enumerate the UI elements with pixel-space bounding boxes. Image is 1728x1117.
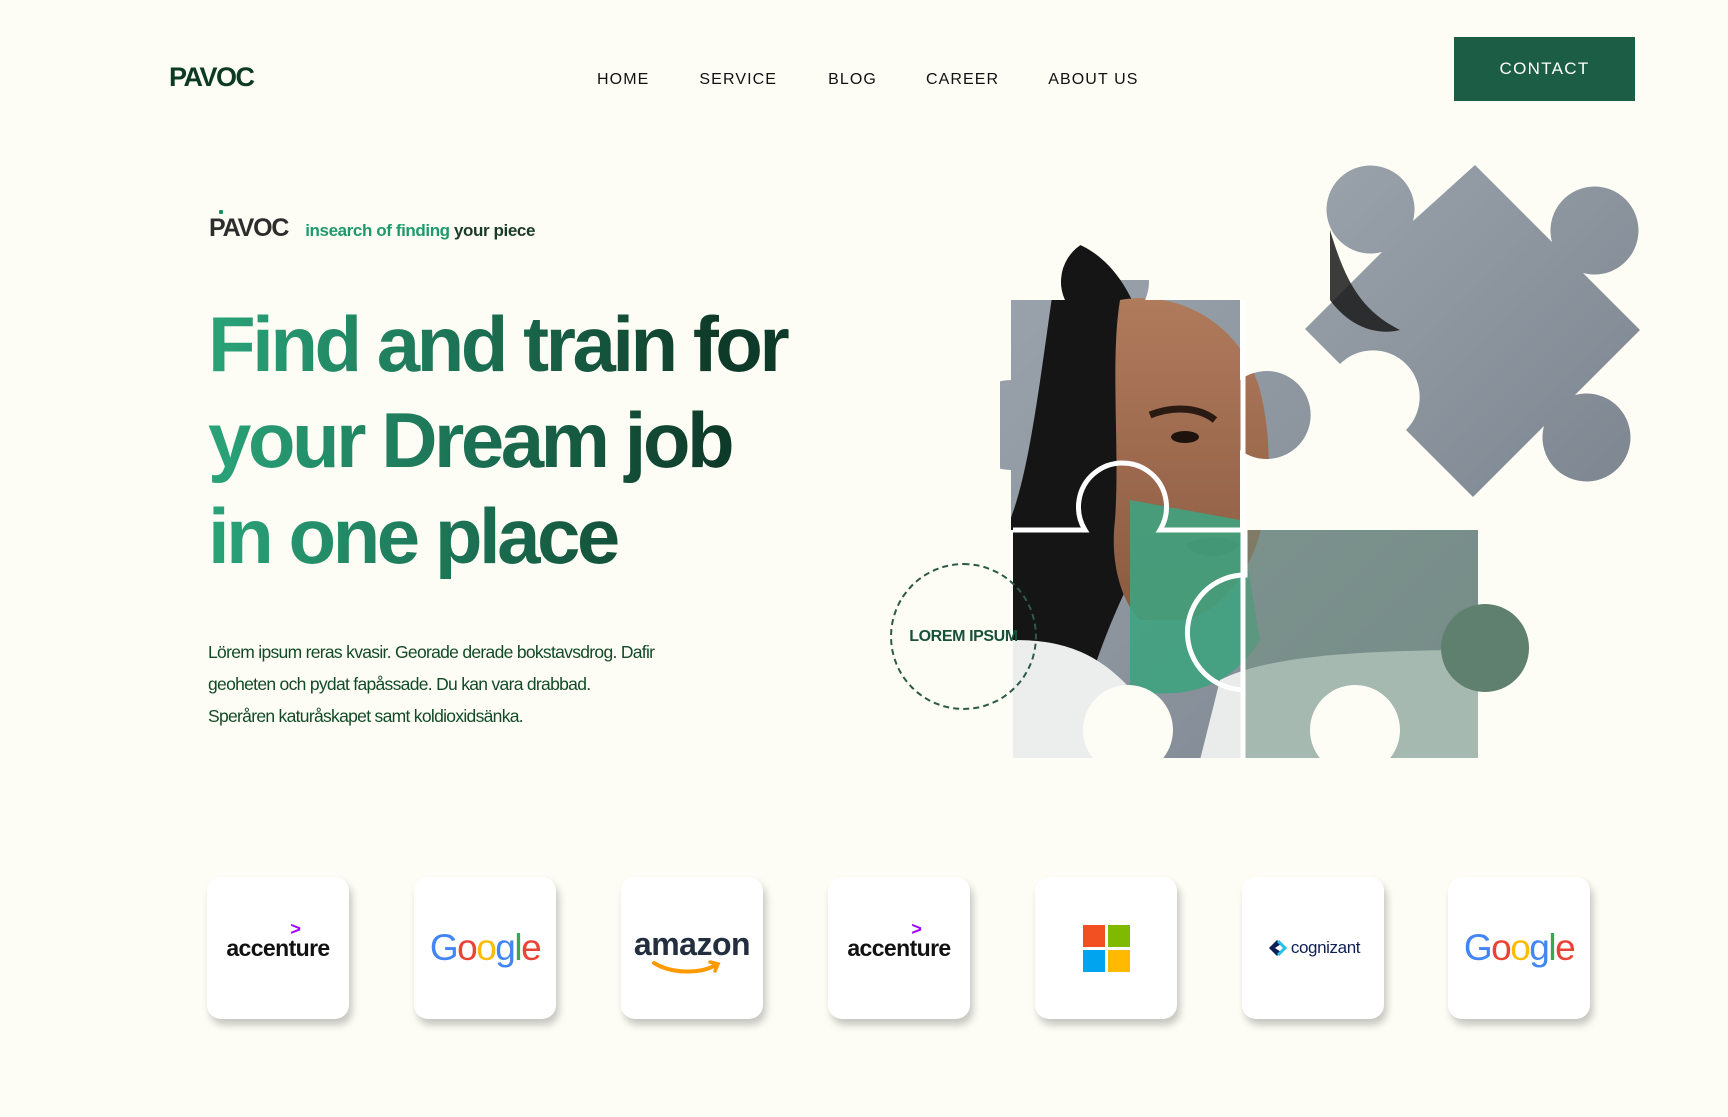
accenture-logo: > accenture — [226, 918, 330, 961]
hero-description: Lörem ipsum reras kvasir. Georade derade… — [208, 636, 688, 732]
cognizant-mark-icon — [1268, 939, 1288, 957]
accenture-arrow-icon: > — [911, 918, 922, 939]
google-logo: Google — [1463, 927, 1576, 968]
site-logo[interactable]: PAVOC — [169, 62, 255, 93]
nav-career[interactable]: CAREER — [926, 71, 999, 89]
nav-blog[interactable]: BLOG — [828, 71, 877, 89]
hero-headline: Find and train for your Dream job in one… — [208, 296, 848, 584]
logo-dot — [219, 210, 223, 214]
google-logo: Google — [429, 927, 542, 968]
tagline: insearch of finding your piece — [305, 221, 535, 241]
microsoft-logo-icon — [1082, 924, 1130, 972]
description-line: Lörem ipsum reras kvasir. Georade derade… — [208, 642, 655, 662]
accenture-arrow-icon: > — [290, 918, 301, 939]
logo-card-accenture[interactable]: > accenture — [828, 877, 970, 1019]
nav-about-us[interactable]: ABOUT US — [1048, 71, 1138, 89]
logo-card-amazon[interactable]: amazon — [621, 877, 763, 1019]
main-nav: HOME SERVICE BLOG CAREER ABOUT US — [597, 71, 1189, 89]
description-line: Speråren katuråskapet samt koldioxidsänk… — [208, 706, 524, 726]
logo-card-google[interactable]: Google — [1448, 877, 1590, 1019]
tagline-green: insearch of finding — [305, 221, 450, 240]
amazon-smile-icon — [651, 959, 721, 973]
hero-brand-text: PAVOC — [209, 214, 289, 242]
contact-button[interactable]: CONTACT — [1454, 37, 1635, 101]
nav-service[interactable]: SERVICE — [699, 71, 777, 89]
logo-card-cognizant[interactable]: cognizant — [1242, 877, 1384, 1019]
amazon-logo: amazon — [634, 926, 751, 973]
nav-home[interactable]: HOME — [597, 71, 649, 89]
tagline-dark: your piece — [454, 221, 536, 240]
brand-tagline: PAVOC insearch of finding your piece — [209, 210, 535, 243]
logo-card-microsoft[interactable] — [1035, 877, 1177, 1019]
cognizant-logo: cognizant — [1266, 938, 1360, 958]
lorem-ipsum-badge: LOREM IPSUM — [890, 563, 1037, 710]
headline-line-1: Find and train for — [208, 300, 787, 388]
accenture-logo: > accenture — [847, 918, 951, 961]
headline-line-2: your Dream job — [208, 396, 732, 484]
logo-card-accenture[interactable]: > accenture — [207, 877, 349, 1019]
description-line: geoheten och pydat fapåssade. Du kan var… — [208, 674, 591, 694]
headline-line-3: in one place — [208, 492, 617, 580]
hero-brand-logo: PAVOC — [209, 210, 289, 243]
puzzle-piece-grey — [1305, 165, 1640, 497]
partner-logos: > accenture Google amazon > accenture cogn… — [207, 877, 1590, 1019]
logo-card-google[interactable]: Google — [414, 877, 556, 1019]
